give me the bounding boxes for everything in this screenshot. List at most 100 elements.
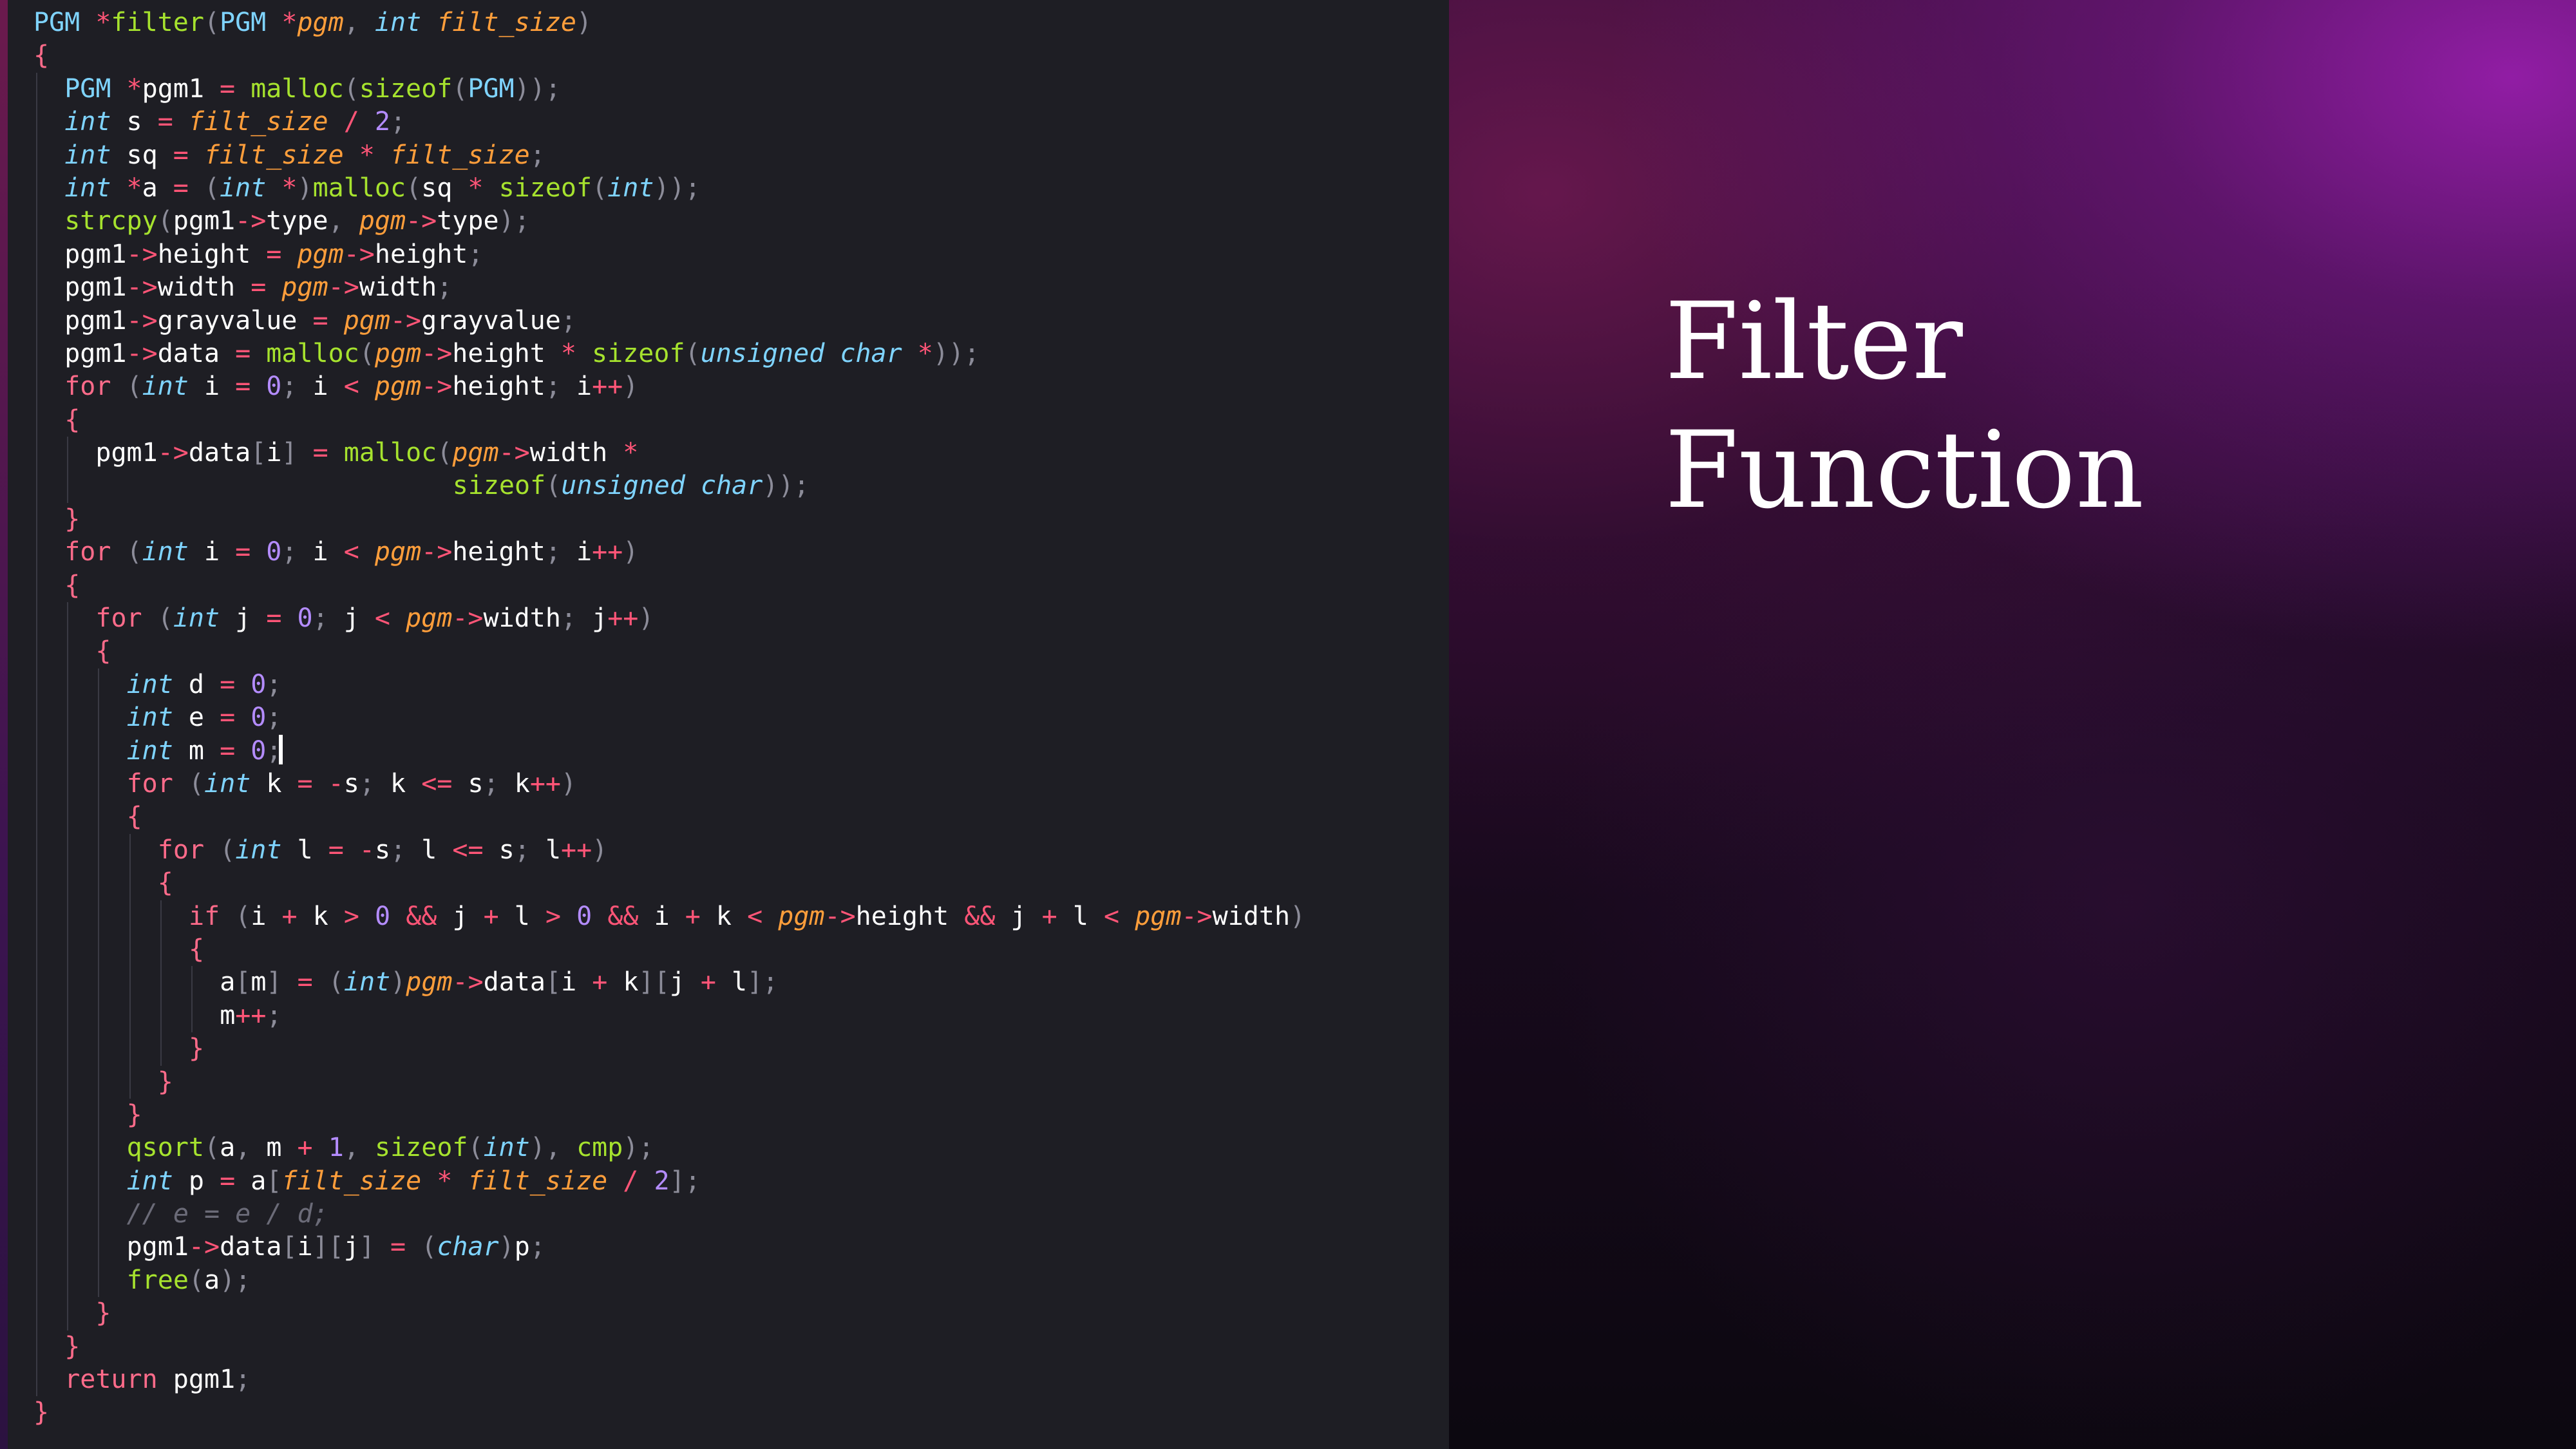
code-editor[interactable]: PGM *filter(PGM *pgm, int filt_size){PGM… [0, 0, 1449, 1449]
code-line[interactable]: { [33, 933, 1305, 967]
code-line[interactable]: int e = 0; [33, 701, 1305, 735]
code-token: ; [281, 537, 313, 567]
code-line[interactable]: for (int i = 0; i < pgm->height; i++) [33, 370, 1305, 404]
code-line[interactable]: for (int i = 0; i < pgm->height; i++) [33, 536, 1305, 569]
code-token: filt_size [188, 107, 344, 137]
code-token: = [173, 140, 204, 170]
code-token: height [855, 901, 965, 931]
code-token: j [1010, 901, 1042, 931]
code-line[interactable]: int p = a[filt_size * filt_size / 2]; [33, 1164, 1305, 1198]
indent-guide [67, 833, 69, 867]
code-token: -> [126, 338, 158, 368]
code-token: strcpy [64, 206, 158, 236]
code-token: <= [452, 835, 499, 865]
code-token: int [64, 173, 127, 203]
code-line[interactable]: { [33, 403, 1305, 437]
code-line[interactable]: // e = e / d; [33, 1198, 1305, 1231]
code-token: = [220, 703, 251, 733]
code-line[interactable]: for (int j = 0; j < pgm->width; j++) [33, 602, 1305, 636]
code-token: = [220, 735, 251, 766]
code-token: [ [545, 967, 562, 998]
code-line[interactable]: { [33, 635, 1305, 668]
code-token: } [126, 1099, 142, 1130]
code-line[interactable]: int sq = filt_size * filt_size; [33, 138, 1305, 172]
code-token: i [312, 372, 344, 402]
code-line[interactable]: PGM *pgm1 = malloc(sizeof(PGM)); [33, 72, 1305, 106]
code-line[interactable]: m++; [33, 999, 1305, 1033]
code-line[interactable]: pgm1->data = malloc(pgm->height * sizeof… [33, 337, 1305, 371]
code-token: unsigned char [561, 471, 763, 501]
code-line-content: { [33, 868, 173, 898]
code-token: -> [406, 206, 437, 236]
code-line[interactable]: int m = 0; [0, 734, 1449, 768]
code-line[interactable]: for (int l = -s; l <= s; l++) [33, 833, 1305, 867]
code-block[interactable]: PGM *filter(PGM *pgm, int filt_size){PGM… [0, 6, 1449, 1430]
code-token: m [266, 1133, 298, 1163]
code-line[interactable]: { [33, 867, 1305, 900]
indent-guide [36, 1264, 37, 1298]
code-line[interactable]: return pgm1; [33, 1363, 1305, 1397]
indent-guide [98, 800, 100, 834]
code-token: 0 [251, 735, 267, 766]
code-token: s [498, 835, 515, 865]
code-line[interactable]: } [33, 1297, 1305, 1331]
code-token: + [281, 901, 313, 931]
code-line[interactable]: { [33, 39, 1305, 72]
code-token: i [312, 537, 344, 567]
code-token: pgm [343, 305, 390, 336]
code-line[interactable]: { [33, 569, 1305, 603]
code-token: pgm1 [64, 239, 127, 269]
code-line-content: return pgm1; [33, 1365, 251, 1394]
code-token: * [560, 338, 592, 368]
indent-guide [36, 205, 37, 238]
code-line[interactable]: } [33, 1396, 1305, 1429]
code-line[interactable]: sizeof(unsigned char)); [33, 469, 1305, 503]
indent-guide [98, 767, 100, 801]
code-line[interactable]: PGM *filter(PGM *pgm, int filt_size) [33, 6, 1305, 39]
code-token: = [220, 669, 251, 699]
code-line[interactable]: free(a); [33, 1264, 1305, 1298]
code-token: unsigned char [700, 338, 918, 368]
code-line[interactable]: } [33, 1098, 1305, 1132]
code-line[interactable]: { [33, 800, 1305, 834]
code-token: pgm [297, 239, 344, 269]
code-token: return [64, 1365, 173, 1395]
code-line-content: for (int i = 0; i < pgm->height; i++) [33, 372, 638, 401]
indent-guide [67, 602, 69, 636]
code-token: width [529, 438, 623, 468]
code-line[interactable]: a[m] = (int)pgm->data[i + k][j + l]; [33, 966, 1305, 999]
code-line[interactable]: int s = filt_size / 2; [33, 106, 1305, 139]
code-line[interactable]: } [33, 1065, 1305, 1099]
code-line[interactable]: for (int k = -s; k <= s; k++) [33, 767, 1305, 801]
code-line[interactable]: int *a = (int *)malloc(sq * sizeof(int))… [33, 171, 1305, 205]
code-line[interactable]: strcpy(pgm1->type, pgm->type); [33, 205, 1305, 238]
code-line-content: for (int i = 0; i < pgm->height; i++) [33, 537, 638, 567]
code-token: * [468, 173, 499, 203]
code-token: for [95, 603, 158, 634]
code-token: ( [343, 73, 359, 104]
code-token: * [917, 338, 933, 368]
code-line[interactable]: qsort(a, m + 1, sizeof(int), cmp); [33, 1132, 1305, 1165]
code-line[interactable]: } [33, 1032, 1305, 1066]
code-line[interactable]: pgm1->grayvalue = pgm->grayvalue; [33, 304, 1305, 337]
code-line[interactable]: pgm1->data[i][j] = (char)p; [33, 1231, 1305, 1264]
code-line[interactable]: if (i + k > 0 && j + l > 0 && i + k < pg… [33, 900, 1305, 933]
code-token: 1 [328, 1133, 344, 1163]
code-token: -> [452, 603, 484, 634]
code-token: * [126, 73, 142, 104]
code-line[interactable]: pgm1->width = pgm->width; [33, 271, 1305, 305]
code-token: -> [126, 305, 158, 336]
indent-guide [36, 1330, 37, 1364]
code-token: = [390, 1232, 422, 1262]
code-line[interactable]: } [33, 1330, 1305, 1364]
code-line-content: int *a = (int *)malloc(sq * sizeof(int))… [33, 173, 700, 203]
indent-guide [67, 1231, 69, 1264]
code-token: ; [266, 703, 282, 733]
code-token: , [343, 1133, 375, 1163]
indent-guide [160, 999, 162, 1033]
code-token: pgm [406, 603, 453, 634]
code-line[interactable]: } [33, 502, 1305, 536]
code-line[interactable]: pgm1->data[i] = malloc(pgm->width * [33, 437, 1305, 470]
code-line[interactable]: pgm1->height = pgm->height; [33, 238, 1305, 272]
code-line[interactable]: int d = 0; [33, 668, 1305, 702]
